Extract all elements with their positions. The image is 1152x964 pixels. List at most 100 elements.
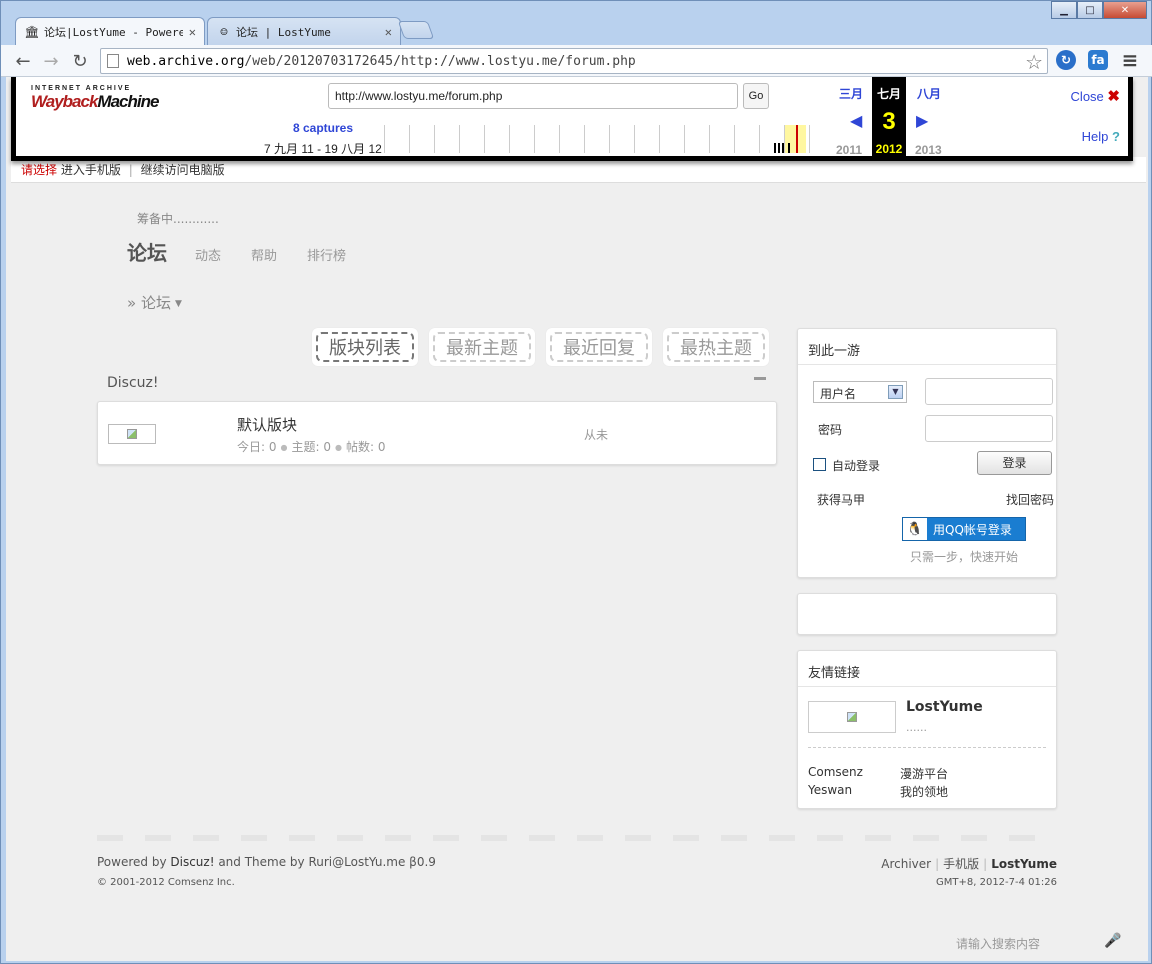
wayback-logo-text: WaybackMachine	[31, 92, 159, 112]
histogram-bar	[788, 143, 790, 153]
server-time: GMT+8, 2012-7-4 01:26	[936, 877, 1057, 888]
address-bar[interactable]: web.archive.org/web/20120703172645/http:…	[100, 48, 1048, 74]
nav-item-help[interactable]: 帮助	[251, 245, 277, 264]
wayback-current-year: 2012	[875, 142, 903, 156]
wayback-prev-month[interactable]: 三月	[834, 85, 868, 102]
friend-link-comsenz-desc[interactable]: 漫游平台	[900, 765, 948, 782]
friend-link-comsenz[interactable]: Comsenz	[808, 765, 863, 779]
nav-item-forum[interactable]: 论坛	[127, 237, 167, 266]
collapse-icon[interactable]	[754, 377, 766, 380]
menu-icon[interactable]: ≡	[1120, 48, 1140, 72]
histogram-tick	[809, 125, 810, 153]
address-url: web.archive.org/web/20120703172645/http:…	[127, 54, 636, 69]
histogram-tick	[384, 125, 385, 153]
tab-forum-lostyume[interactable]: ☺ 论坛 | LostYume ✕	[207, 17, 401, 45]
enter-mobile-link[interactable]: 进入手机版	[61, 163, 121, 177]
forum-icon[interactable]	[108, 424, 156, 444]
tab-hot-threads[interactable]: 最热主题	[663, 328, 769, 366]
minimize-button[interactable]: ▁	[1051, 1, 1077, 19]
password-input[interactable]	[925, 415, 1053, 442]
title-bar: ▁ □ ✕ 🏛 论坛|LostYume - Powered ✕ ☺ 论坛 | L…	[1, 1, 1152, 45]
wayback-captures-link[interactable]: 8 captures	[293, 121, 353, 135]
tab-recent-replies[interactable]: 最近回复	[546, 328, 652, 366]
maximize-button[interactable]: □	[1077, 1, 1103, 19]
broken-image-icon	[127, 429, 137, 439]
wayback-logo-machine: Machine	[97, 92, 159, 111]
auto-login-checkbox[interactable]	[813, 458, 826, 471]
login-type-select[interactable]: 用户名 ▼	[813, 381, 907, 403]
mobile-link[interactable]: 手机版	[943, 857, 979, 871]
page-viewport: INTERNET ARCHIVE WaybackMachine http://w…	[6, 77, 1148, 961]
forward-arrow-icon[interactable]: →	[39, 49, 63, 73]
help-label: Help	[1081, 129, 1109, 144]
forum-stats: 今日: 0 ● 主题: 0 ● 帖数: 0	[237, 438, 385, 455]
main-nav: 论坛 动态 帮助 排行榜	[127, 237, 376, 266]
wayback-next-year[interactable]: 2013	[915, 143, 942, 157]
bullet-icon: ●	[280, 443, 288, 452]
forum-last-post: 从未	[584, 428, 609, 442]
theme-credit: and Theme by Ruri@LostYu.me β0.9	[214, 855, 436, 869]
prev-capture-arrow-icon[interactable]: ◀	[850, 111, 862, 131]
register-link[interactable]: 获得马甲	[817, 491, 865, 508]
microphone-icon[interactable]: 🎤	[1104, 933, 1121, 949]
tab-forum-list[interactable]: 版块列表	[312, 328, 418, 366]
wayback-close-button[interactable]: Close ✖	[1071, 87, 1120, 105]
breadcrumb[interactable]: » 论坛 ▼	[127, 292, 182, 313]
footer-divider	[97, 835, 1057, 841]
wayback-next-month[interactable]: 八月	[912, 85, 946, 102]
stat-posts: 帖数: 0	[345, 440, 386, 454]
histogram-bar	[782, 143, 784, 153]
tab-close-icon[interactable]: ✕	[385, 25, 392, 39]
tab-label: 最近回复	[550, 332, 648, 362]
powered-prefix: Powered by	[97, 855, 171, 869]
wayback-url-input[interactable]: http://www.lostyu.me/forum.php	[328, 83, 738, 109]
divider	[808, 747, 1046, 748]
friend-link-yeswan-desc[interactable]: 我的领地	[900, 783, 948, 800]
archiver-link[interactable]: Archiver	[881, 857, 931, 871]
wayback-help-link[interactable]: Help ?	[1082, 129, 1120, 144]
friend-link-desc: ......	[906, 721, 927, 734]
back-arrow-icon[interactable]: ←	[11, 49, 35, 73]
site-link[interactable]: LostYume	[991, 857, 1057, 871]
friend-link-yeswan[interactable]: Yeswan	[808, 783, 852, 797]
archive-icon: 🏛	[24, 24, 40, 39]
login-type-value: 用户名	[820, 387, 857, 401]
close-window-button[interactable]: ✕	[1103, 1, 1147, 19]
histogram-tick	[709, 125, 710, 153]
wayback-current-capture: 七月 3 2012	[872, 77, 906, 161]
histogram-tick	[734, 125, 735, 153]
fa-extension-icon[interactable]: fa	[1088, 50, 1108, 70]
username-input[interactable]	[925, 378, 1053, 405]
tab-close-icon[interactable]: ✕	[189, 25, 196, 39]
tab-forum-archive[interactable]: 🏛 论坛|LostYume - Powered ✕	[15, 17, 205, 45]
friend-link-logo[interactable]	[808, 701, 896, 733]
qq-login-button[interactable]: 🐧 用QQ帐号登录	[902, 517, 1026, 541]
discuz-link[interactable]: Discuz!	[170, 855, 214, 869]
sync-extension-icon[interactable]: ↻	[1056, 50, 1076, 70]
category-title[interactable]: Discuz!	[107, 375, 159, 391]
new-tab-button[interactable]	[397, 21, 435, 39]
histogram-bar	[774, 143, 776, 153]
histogram-tick	[434, 125, 435, 153]
login-button[interactable]: 登录	[977, 451, 1052, 475]
auto-login-label[interactable]: 自动登录	[832, 457, 880, 474]
wayback-capture-histogram[interactable]	[384, 123, 826, 153]
nav-item-ranking[interactable]: 排行榜	[307, 245, 346, 264]
bookmark-star-icon[interactable]: ☆	[1025, 50, 1043, 74]
forum-name-link[interactable]: 默认版块	[237, 414, 297, 435]
wayback-logo[interactable]: INTERNET ARCHIVE WaybackMachine	[31, 85, 159, 112]
wayback-go-button[interactable]: Go	[743, 83, 769, 109]
histogram-tick	[759, 125, 760, 153]
reload-icon[interactable]: ↻	[68, 49, 92, 73]
continue-desktop-link[interactable]: 继续访问电脑版	[141, 163, 225, 177]
search-input[interactable]: 请输入搜索内容	[956, 935, 1040, 952]
chevron-down-icon: ▼	[888, 385, 903, 399]
tab-latest-threads[interactable]: 最新主题	[429, 328, 535, 366]
friend-link-name[interactable]: LostYume	[906, 699, 983, 715]
bullet-icon: ●	[334, 443, 342, 452]
breadcrumb-label: » 论坛	[127, 294, 171, 312]
forgot-password-link[interactable]: 找回密码	[1006, 491, 1054, 508]
next-capture-arrow-icon[interactable]: ▶	[916, 111, 928, 131]
wayback-prev-year[interactable]: 2011	[836, 143, 862, 157]
nav-item-activity[interactable]: 动态	[195, 245, 221, 264]
